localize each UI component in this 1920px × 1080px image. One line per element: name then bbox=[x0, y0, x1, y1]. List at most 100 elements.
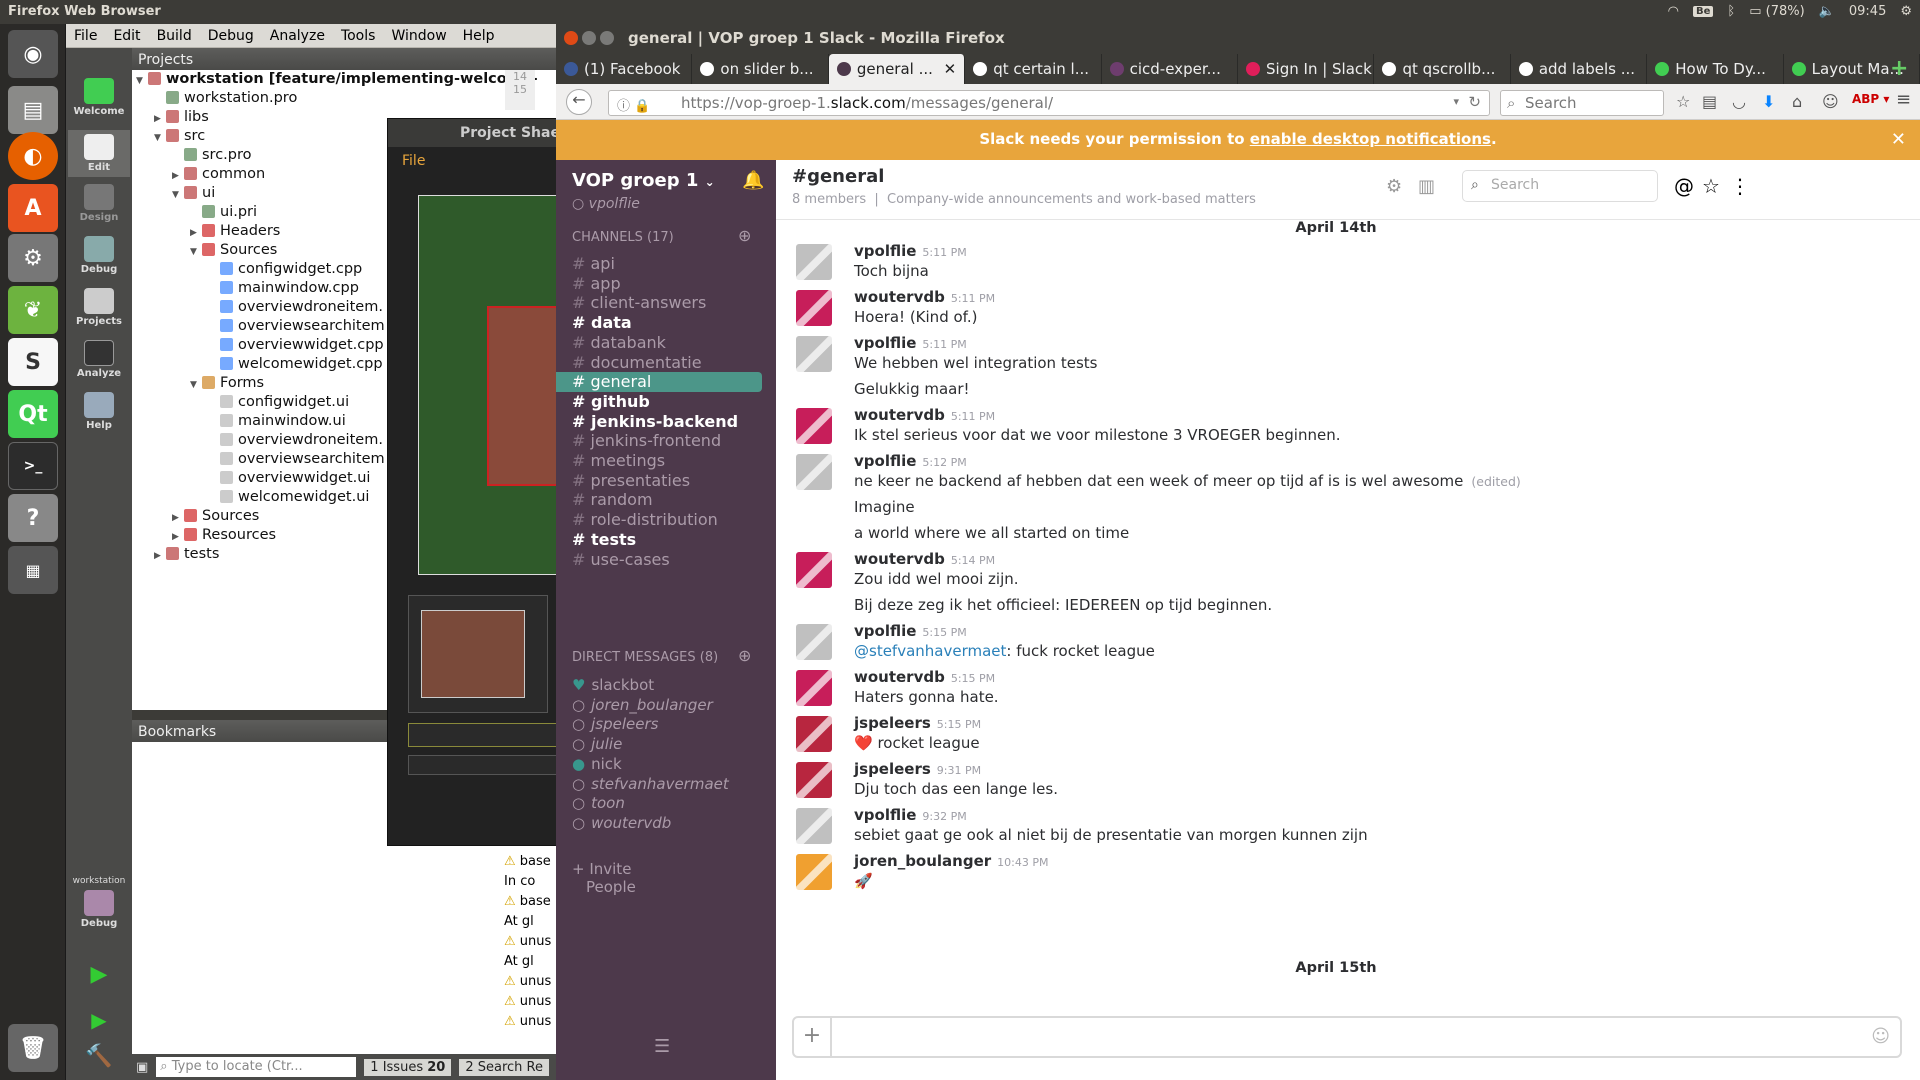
menu-tools[interactable]: Tools bbox=[341, 28, 376, 44]
dm-julie[interactable]: ○ julie bbox=[572, 735, 622, 753]
help-icon[interactable]: ? bbox=[8, 494, 58, 542]
minimize-window-icon[interactable] bbox=[582, 31, 596, 45]
settings-icon[interactable]: ⚙ bbox=[8, 234, 58, 282]
timestamp[interactable]: 5:11 PM bbox=[951, 292, 995, 305]
avatar[interactable] bbox=[796, 808, 832, 844]
issue-line[interactable]: ⚠ unus bbox=[500, 932, 556, 952]
project-tree-item[interactable]: ui.pri bbox=[190, 203, 257, 222]
invite-people-link[interactable]: + Invite People bbox=[572, 860, 636, 896]
clock[interactable]: 09:45 bbox=[1849, 4, 1886, 19]
member-count[interactable]: 8 members bbox=[792, 192, 866, 207]
project-tree-item[interactable]: ▼ ui bbox=[172, 184, 215, 203]
search-bar[interactable]: ⌕ Search bbox=[1500, 90, 1664, 116]
project-tree-item[interactable]: ▼ Sources bbox=[190, 241, 277, 260]
timestamp[interactable]: 9:31 PM bbox=[937, 764, 981, 777]
timestamp[interactable]: 5:11 PM bbox=[922, 246, 966, 259]
hamburger-menu-icon[interactable]: ≡ bbox=[1896, 89, 1911, 110]
expanded-arrow-icon[interactable]: ▼ bbox=[154, 129, 166, 148]
dm-joren_boulanger[interactable]: ○ joren_boulanger bbox=[572, 696, 713, 714]
trash-icon[interactable]: 🗑 bbox=[8, 1024, 58, 1072]
channel-github[interactable]: # github bbox=[572, 392, 762, 412]
message-author[interactable]: woutervdb 5:11 PM bbox=[854, 288, 995, 306]
home-icon[interactable]: ⌂ bbox=[1792, 92, 1802, 111]
project-shae-title[interactable]: Project Shae bbox=[388, 119, 566, 147]
browser-tab[interactable]: Sign In | Slack bbox=[1238, 54, 1375, 84]
notifications-bell-icon[interactable]: 🔔 bbox=[742, 170, 764, 191]
message-author[interactable]: vpolflie 5:11 PM bbox=[854, 334, 967, 352]
expanded-arrow-icon[interactable]: ▼ bbox=[190, 243, 202, 262]
avatar[interactable] bbox=[796, 454, 832, 490]
channel-settings-icon[interactable]: ⚙ bbox=[1386, 176, 1402, 197]
project-tree-item[interactable]: overviewdroneitem. bbox=[208, 431, 383, 450]
mode-welcome[interactable]: Welcome bbox=[68, 78, 130, 117]
avatar[interactable] bbox=[796, 854, 832, 890]
browser-tab[interactable]: How To Dy... bbox=[1647, 54, 1784, 84]
issues-tab[interactable]: 1 Issues 20 bbox=[364, 1058, 452, 1076]
timestamp[interactable]: 5:11 PM bbox=[951, 410, 995, 423]
chat-icon[interactable]: ☺ bbox=[1822, 92, 1839, 111]
reading-list-icon[interactable]: ▤ bbox=[1702, 92, 1717, 111]
channel-random[interactable]: # random bbox=[572, 490, 762, 510]
dm-nick[interactable]: ● nick bbox=[572, 755, 622, 773]
channel-data[interactable]: # data bbox=[572, 313, 762, 333]
dm-woutervdb[interactable]: ○ woutervdb bbox=[572, 814, 671, 832]
pocket-icon[interactable]: ◡ bbox=[1732, 92, 1746, 111]
dm-stefvanhavermaet[interactable]: ○ stefvanhavermaet bbox=[572, 775, 729, 793]
add-dm-icon[interactable]: ⊕ bbox=[738, 646, 751, 665]
channel-client-answers[interactable]: # client-answers bbox=[572, 293, 762, 313]
quick-switcher-icon[interactable]: ☰ bbox=[654, 1036, 670, 1057]
volume-icon[interactable]: 🔈 bbox=[1819, 4, 1835, 19]
timestamp[interactable]: 9:32 PM bbox=[922, 810, 966, 823]
project-tree-item[interactable]: configwidget.ui bbox=[208, 393, 349, 412]
channel-meetings[interactable]: # meetings bbox=[572, 451, 762, 471]
bluetooth-icon[interactable]: ᛒ bbox=[1727, 4, 1735, 19]
project-tree-item[interactable]: ▶ common bbox=[172, 165, 265, 184]
debug-run-icon[interactable]: ▶ bbox=[68, 1008, 130, 1032]
menu-window[interactable]: Window bbox=[391, 28, 446, 44]
terminal-icon[interactable]: >_ bbox=[8, 442, 58, 490]
timestamp[interactable]: 5:14 PM bbox=[951, 554, 995, 567]
mode-analyze[interactable]: Analyze bbox=[68, 340, 130, 379]
issue-line[interactable]: At gl bbox=[500, 952, 556, 972]
message-author[interactable]: woutervdb 5:14 PM bbox=[854, 550, 995, 568]
project-tree-item[interactable]: ▼ src bbox=[154, 127, 205, 146]
project-tree-item[interactable]: configwidget.cpp bbox=[208, 260, 362, 279]
build-hammer-icon[interactable]: 🔨 bbox=[68, 1044, 130, 1069]
project-tree-item[interactable]: mainwindow.ui bbox=[208, 412, 346, 431]
project-tree-item[interactable]: ▶ Headers bbox=[190, 222, 280, 241]
avatar[interactable] bbox=[796, 552, 832, 588]
channel-databank[interactable]: # databank bbox=[572, 333, 762, 353]
message-author[interactable]: vpolflie 5:11 PM bbox=[854, 242, 967, 260]
mode-design[interactable]: Design bbox=[68, 184, 130, 223]
adblock-icon[interactable]: ABP ▾ bbox=[1852, 92, 1889, 106]
settings-gear-icon[interactable]: ⚙ bbox=[1900, 4, 1912, 19]
avatar[interactable] bbox=[796, 716, 832, 752]
spring-icon[interactable]: ❦ bbox=[8, 286, 58, 334]
menu-debug[interactable]: Debug bbox=[208, 28, 254, 44]
browser-tab[interactable]: general ... ✕ bbox=[828, 54, 966, 84]
bookmarks-title[interactable]: Bookmarks bbox=[138, 724, 216, 740]
dm-slackbot[interactable]: ♥ slackbot bbox=[572, 676, 654, 694]
timestamp[interactable]: 5:15 PM bbox=[922, 626, 966, 639]
avatar[interactable] bbox=[796, 762, 832, 798]
project-tree-item[interactable]: overviewsearchitem bbox=[208, 450, 385, 469]
close-banner-icon[interactable]: ✕ bbox=[1891, 129, 1906, 150]
close-window-icon[interactable] bbox=[564, 31, 578, 45]
project-tree-item[interactable]: ▶ Sources bbox=[172, 507, 259, 526]
current-user[interactable]: ○ vpolflie bbox=[572, 196, 640, 212]
project-tree-item[interactable]: ▼ Forms bbox=[190, 374, 264, 393]
browser-tab[interactable]: (1) Facebook bbox=[556, 54, 693, 84]
software-center-icon[interactable]: A bbox=[8, 184, 58, 232]
project-tree-item[interactable]: overviewwidget.cpp bbox=[208, 336, 384, 355]
avatar[interactable] bbox=[796, 670, 832, 706]
firefox-icon[interactable]: ◐ bbox=[8, 132, 58, 180]
channel-title[interactable]: #general bbox=[792, 166, 884, 187]
expanded-arrow-icon[interactable]: ▼ bbox=[172, 186, 184, 205]
more-options-icon[interactable]: ⋮ bbox=[1730, 174, 1750, 198]
project-tree-item[interactable]: mainwindow.cpp bbox=[208, 279, 359, 298]
sidebar-toggle-icon[interactable]: ▣ bbox=[136, 1060, 148, 1075]
collapsed-arrow-icon[interactable]: ▶ bbox=[154, 547, 166, 566]
dm-jspeleers[interactable]: ○ jspeleers bbox=[572, 715, 658, 733]
add-channel-icon[interactable]: ⊕ bbox=[738, 226, 751, 245]
browser-tab[interactable]: add labels ... bbox=[1511, 54, 1648, 84]
